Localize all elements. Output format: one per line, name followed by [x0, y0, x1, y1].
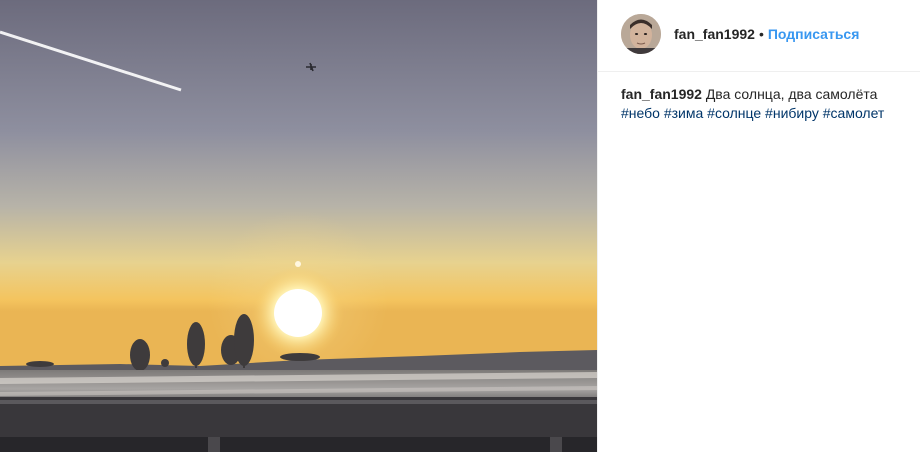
caption-username-link[interactable]: fan_fan1992 — [621, 86, 702, 102]
avatar[interactable] — [621, 14, 661, 54]
follow-button[interactable]: Подписаться — [768, 26, 860, 42]
post-header: fan_fan1992 • Подписаться — [598, 0, 920, 72]
hashtag-link[interactable]: #нибиру — [765, 105, 819, 121]
post-side-panel: fan_fan1992 • Подписаться fan_fan1992 Два … — [597, 0, 920, 452]
caption-text: Два солнца, два самолёта — [705, 86, 878, 102]
post-caption: fan_fan1992 Два солнца, два самолёта #не… — [621, 85, 901, 123]
separator-dot: • — [758, 26, 764, 42]
sunset-photo — [0, 0, 597, 452]
avatar-photo-icon — [621, 14, 661, 54]
username-link[interactable]: fan_fan1992 — [674, 26, 755, 42]
post-photo[interactable] — [0, 0, 597, 452]
hashtag-link[interactable]: #небо — [621, 105, 660, 121]
hashtag-link[interactable]: #самолет — [823, 105, 885, 121]
user-line: fan_fan1992 • Подписаться — [674, 26, 859, 43]
hashtag-link[interactable]: #зима — [664, 105, 703, 121]
second-sun — [295, 261, 301, 267]
hashtag-link[interactable]: #солнце — [707, 105, 761, 121]
